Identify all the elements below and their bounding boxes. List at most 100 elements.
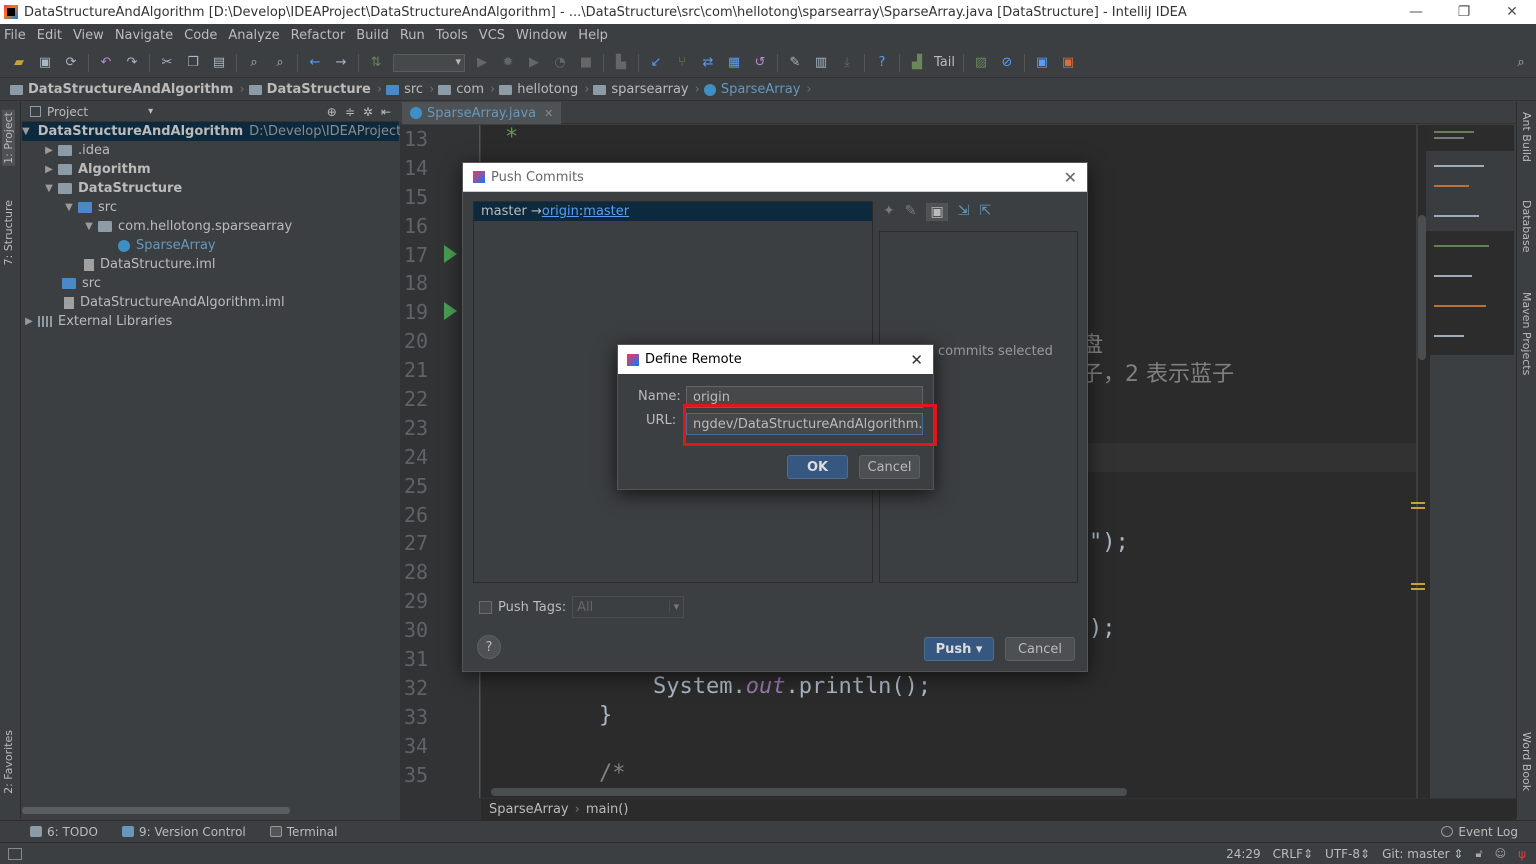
edit-icon[interactable]: ✎	[905, 203, 917, 221]
tree-item-sparsearray-class[interactable]: SparseArray	[22, 236, 399, 255]
help-button[interactable]: ?	[477, 635, 501, 659]
tab-structure[interactable]: 7: Structure	[2, 200, 15, 265]
menu-help[interactable]: Help	[578, 28, 608, 43]
tree-item-root-src[interactable]: src	[22, 274, 399, 293]
lock-icon[interactable]: 🔓︎	[1475, 847, 1482, 861]
code-minimap[interactable]	[1426, 125, 1514, 355]
minimap-viewport[interactable]	[1426, 151, 1514, 231]
menu-view[interactable]: View	[73, 28, 104, 43]
tool-terminal[interactable]: Terminal	[269, 825, 337, 839]
tool-version-control[interactable]: 9: Version Control	[121, 825, 246, 839]
remote-link[interactable]: origin	[542, 204, 579, 219]
plugin-icon[interactable]: ▟	[908, 54, 926, 72]
push-branch-row[interactable]: master → origin : master	[474, 202, 872, 221]
tree-item-algorithm[interactable]: ▶ Algorithm	[22, 160, 399, 179]
copy-icon[interactable]: ❐	[184, 54, 202, 72]
scrollbar-thumb[interactable]	[1418, 215, 1426, 360]
restore-button[interactable]: ❐	[1440, 4, 1488, 20]
run-gutter-icon[interactable]	[444, 245, 457, 263]
define-remote-cancel-button[interactable]: Cancel	[859, 455, 920, 479]
tree-item-package[interactable]: ▼ com.hellotong.sparsearray	[22, 217, 399, 236]
translate-icon[interactable]: ▣	[1033, 54, 1051, 72]
git-branch[interactable]: Git: master ⇕	[1382, 847, 1463, 861]
collapse-all-icon[interactable]: ⇱	[979, 203, 991, 221]
crumb-sparsearray[interactable]: sparsearray ›	[593, 82, 700, 97]
push-cancel-button[interactable]: Cancel	[1005, 637, 1075, 661]
tab-favorites[interactable]: 2: Favorites	[2, 730, 15, 794]
coverage-icon[interactable]: ▶	[525, 54, 543, 72]
show-details-icon[interactable]: ▣	[926, 203, 948, 221]
warning-marker[interactable]	[1411, 588, 1425, 590]
tree-item-idea[interactable]: ▶ .idea	[22, 141, 399, 160]
gear-icon[interactable]: ✲	[363, 105, 373, 119]
find-icon[interactable]: ⌕	[245, 54, 263, 72]
push-button[interactable]: Push ▾	[924, 637, 994, 661]
tab-database[interactable]: Database	[1520, 200, 1533, 253]
caret-position[interactable]: 24:29	[1226, 847, 1261, 861]
push-tags-checkbox[interactable]	[479, 600, 492, 614]
menu-navigate[interactable]: Navigate	[115, 28, 173, 43]
tab-maven[interactable]: Maven Projects	[1520, 292, 1533, 375]
locate-icon[interactable]: ⊕	[327, 105, 337, 119]
tree-item-src[interactable]: ▼ src	[22, 198, 399, 217]
project-view-select[interactable]: Project	[47, 105, 88, 119]
tree-item-root-iml[interactable]: DataStructureAndAlgorithm.iml	[22, 293, 399, 312]
settings-icon[interactable]: ✎	[786, 54, 804, 72]
stop-icon[interactable]: ■	[577, 54, 595, 72]
breadcrumb-method[interactable]: main()	[586, 802, 629, 817]
attach-icon[interactable]: ▙	[612, 54, 630, 72]
project-horizontal-scrollbar[interactable]	[22, 807, 290, 814]
sync-icon[interactable]: ⟳	[62, 54, 80, 72]
crumb-hellotong[interactable]: hellotong ›	[499, 82, 589, 97]
run-gutter-icon[interactable]	[444, 302, 457, 320]
warning-marker[interactable]	[1411, 507, 1425, 509]
menu-analyze[interactable]: Analyze	[228, 28, 279, 43]
paste-icon[interactable]: ▤	[210, 54, 228, 72]
make-project-icon[interactable]: ⇅	[367, 54, 385, 72]
tail-button[interactable]: Tail	[934, 55, 955, 70]
statistic-icon[interactable]: ▨	[972, 54, 990, 72]
warning-marker[interactable]	[1411, 583, 1425, 585]
tab-project[interactable]: 1: Project	[2, 110, 15, 166]
expand-all-icon[interactable]: ⇲	[958, 203, 970, 221]
pin-icon[interactable]: ✦	[883, 203, 895, 221]
breadcrumb-class[interactable]: SparseArray	[489, 802, 569, 817]
menu-refactor[interactable]: Refactor	[291, 28, 346, 43]
file-encoding[interactable]: UTF-8⇕	[1325, 847, 1370, 861]
search-everywhere-icon[interactable]: ⌕	[1512, 54, 1530, 72]
menu-edit[interactable]: Edit	[37, 28, 62, 43]
redo-icon[interactable]: ↷	[123, 54, 141, 72]
tool-windows-toggle-icon[interactable]	[8, 847, 22, 860]
inspector-icon[interactable]: ☺	[1495, 847, 1506, 860]
close-window-button[interactable]: ✕	[1488, 4, 1536, 20]
crumb-project[interactable]: DataStructureAndAlgorithm ›	[10, 82, 245, 97]
tab-word-book[interactable]: Word Book	[1520, 732, 1533, 791]
tool-event-log[interactable]: Event Log	[1441, 825, 1518, 839]
replace-icon[interactable]: ⌕	[271, 54, 289, 72]
run-icon[interactable]: ▶	[473, 54, 491, 72]
menu-run[interactable]: Run	[400, 28, 425, 43]
back-icon[interactable]: ←	[306, 54, 324, 72]
plugin-status-icon[interactable]: ψ	[1518, 847, 1526, 861]
close-icon[interactable]: ✕	[1064, 168, 1077, 187]
target-branch-link[interactable]: master	[583, 204, 629, 219]
menu-window[interactable]: Window	[516, 28, 567, 43]
vcs-update-icon[interactable]: ↙	[647, 54, 665, 72]
collapse-icon[interactable]: ≑	[345, 105, 355, 119]
tags-select[interactable]: All	[572, 596, 685, 618]
editor-horizontal-scrollbar[interactable]	[491, 788, 1127, 796]
menu-code[interactable]: Code	[184, 28, 217, 43]
warning-marker[interactable]	[1411, 502, 1425, 504]
tree-item-external-libraries[interactable]: ▶ External Libraries	[22, 312, 399, 331]
menu-vcs[interactable]: VCS	[479, 28, 505, 43]
save-icon[interactable]: ▣	[36, 54, 54, 72]
menu-tools[interactable]: Tools	[436, 28, 468, 43]
vcs-revert-icon[interactable]: ↺	[751, 54, 769, 72]
crumb-com[interactable]: com ›	[438, 82, 495, 97]
tree-item-root[interactable]: ▼ DataStructureAndAlgorithm D:\Develop\IDE…	[22, 122, 424, 141]
open-icon[interactable]: ▰	[10, 54, 28, 72]
menu-file[interactable]: File	[4, 28, 26, 43]
tab-sparsearray-java[interactable]: SparseArray.java ✕	[402, 102, 562, 124]
tool-todo[interactable]: 6: TODO	[30, 825, 98, 839]
chevron-down-icon[interactable]: ▾	[148, 106, 153, 117]
